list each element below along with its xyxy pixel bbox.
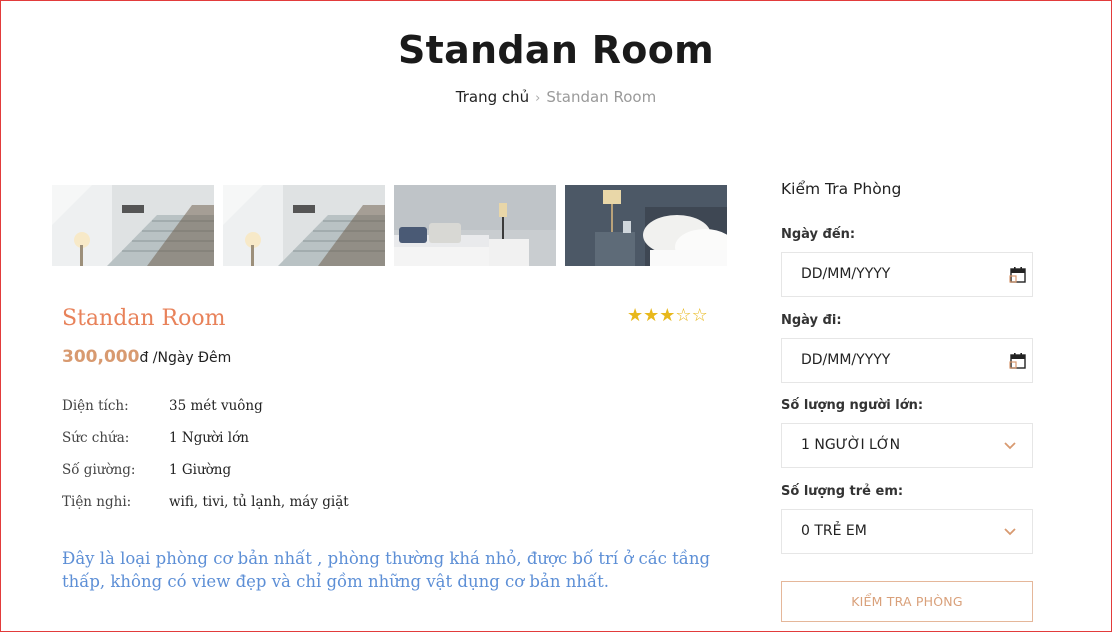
star-rating: ★★★☆☆ — [627, 305, 708, 326]
adults-select[interactable]: 1 NGƯỜI LỚN — [781, 423, 1033, 468]
star-empty-icon: ☆ — [691, 305, 708, 326]
bedroom-pillows-photo[interactable] — [565, 185, 727, 266]
spec-value: 1 Giường — [169, 462, 232, 478]
spec-label: Sức chứa: — [62, 430, 130, 446]
spec-label: Tiện nghi: — [62, 494, 132, 510]
star-filled-icon: ★ — [627, 305, 644, 326]
spec-value: 35 mét vuông — [169, 398, 263, 414]
children-select[interactable]: 0 TRẺ EM — [781, 509, 1033, 554]
spec-value: wifi, tivi, tủ lạnh, máy giặt — [169, 494, 349, 510]
chevron-right-icon: › — [535, 91, 541, 106]
departure-label: Ngày đi: — [781, 313, 842, 328]
spec-row-amenities: Tiện nghi: wifi, tivi, tủ lạnh, máy giặt — [62, 494, 662, 514]
staircase-photo-2[interactable] — [223, 185, 385, 266]
arrival-date-input[interactable]: DD/MM/YYYY — [781, 252, 1033, 297]
price-value: 300,000 — [62, 347, 140, 367]
spec-row-beds: Số giường: 1 Giường — [62, 462, 662, 482]
room-name: Standan Room — [62, 306, 226, 331]
spec-value: 1 Người lớn — [169, 430, 249, 446]
price-unit: đ /Ngày Đêm — [139, 350, 232, 366]
star-filled-icon: ★ — [659, 305, 676, 326]
breadcrumb-current: Standan Room — [546, 88, 657, 106]
bedroom-lamp-photo[interactable] — [394, 185, 556, 266]
departure-date-input[interactable]: DD/MM/YYYY — [781, 338, 1033, 383]
departure-date-value: DD/MM/YYYY — [801, 352, 891, 368]
chevron-down-icon — [1004, 442, 1016, 450]
page-title: Standan Room — [397, 28, 715, 72]
calendar-icon[interactable] — [1009, 352, 1027, 370]
check-availability-button[interactable]: KIỂM TRA PHÒNG — [781, 581, 1033, 622]
breadcrumb-home-link[interactable]: Trang chủ — [456, 88, 529, 106]
spec-row-capacity: Sức chứa: 1 Người lớn — [62, 430, 662, 450]
room-description: Đây là loại phòng cơ bản nhất , phòng th… — [62, 549, 711, 591]
chevron-down-icon — [1004, 528, 1016, 536]
star-filled-icon: ★ — [643, 305, 660, 326]
arrival-label: Ngày đến: — [781, 227, 856, 242]
calendar-icon[interactable] — [1009, 266, 1027, 284]
booking-title: Kiểm Tra Phòng — [781, 180, 902, 198]
star-empty-icon: ☆ — [675, 305, 692, 326]
spec-label: Diện tích: — [62, 398, 129, 414]
spec-label: Số giường: — [62, 462, 136, 478]
adults-label: Số lượng người lớn: — [781, 398, 924, 413]
staircase-photo-1[interactable] — [52, 185, 214, 266]
children-label: Số lượng trẻ em: — [781, 484, 904, 499]
children-value: 0 TRẺ EM — [801, 523, 867, 539]
arrival-date-value: DD/MM/YYYY — [801, 266, 891, 282]
room-price: 300,000đ /Ngày Đêm — [62, 347, 231, 367]
room-gallery — [52, 185, 727, 266]
spec-row-area: Diện tích: 35 mét vuông — [62, 398, 662, 418]
breadcrumb: Trang chủ › Standan Room — [0, 88, 1112, 106]
adults-value: 1 NGƯỜI LỚN — [801, 437, 901, 453]
